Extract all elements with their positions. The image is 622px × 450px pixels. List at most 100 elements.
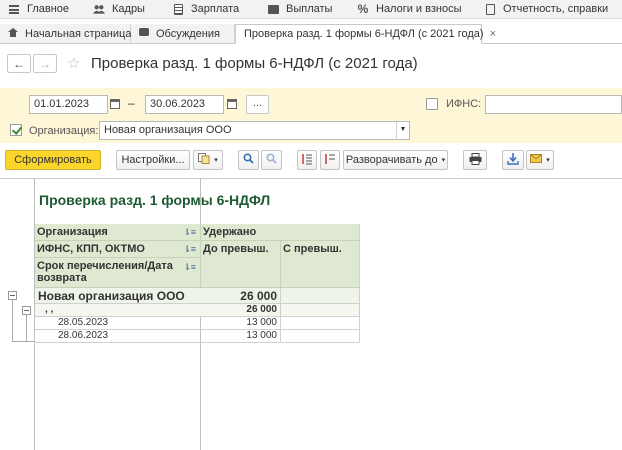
chevron-down-icon: ▾ [546, 157, 550, 164]
settings-button[interactable]: Настройки... [116, 150, 190, 170]
section-reports[interactable]: Отчетность, справки [476, 0, 622, 19]
sections-bar: Главное Кадры Зарплата Выплаты % Налоги … [0, 0, 622, 19]
organization-field[interactable]: Новая организация ООО [99, 121, 410, 140]
settings-label: Настройки... [121, 154, 185, 166]
section-payments[interactable]: Выплаты [259, 0, 349, 19]
save-button[interactable] [502, 150, 524, 170]
section-label: Налоги и взносы [376, 3, 462, 15]
row-date: 28.06.2023 [58, 330, 109, 341]
date-from-field[interactable]: 01.01.2023 [29, 95, 108, 114]
report-title: Проверка разд. 1 формы 6-НДФЛ [39, 192, 271, 208]
search-cancel-icon [266, 153, 277, 167]
sort-icon: ⇂≡ [183, 227, 196, 237]
home-icon [8, 27, 18, 40]
row-before-value: 13 000 [246, 330, 277, 341]
tab-report-check[interactable]: Проверка разд. 1 формы 6-НДФЛ (с 2021 го… [235, 24, 496, 44]
ifns-label: ИФНС: [446, 98, 482, 110]
header-label: Срок перечисления/Дата возврата [37, 260, 173, 284]
chat-icon [139, 28, 149, 39]
menu-icon [8, 3, 20, 15]
wallet-icon [267, 3, 279, 15]
header-organization[interactable]: Организация ⇂≡ [35, 224, 201, 241]
tree-line [12, 300, 13, 341]
generate-label: Сформировать [14, 154, 92, 166]
header-label: До превыш. [203, 243, 269, 255]
page-title: Проверка разд. 1 формы 6-НДФЛ (с 2021 го… [91, 55, 418, 72]
sort-icon: ⇂≡ [183, 262, 196, 272]
section-label: Отчетность, справки [503, 3, 609, 15]
tab-label: Начальная страница [25, 27, 132, 40]
arrow-right-icon: → [39, 56, 51, 71]
tab-discussions[interactable]: Обсуждения [131, 24, 235, 43]
header-label: С превыш. [283, 243, 342, 255]
tree-line [26, 315, 27, 342]
copy-icon [198, 153, 210, 167]
header-label: Удержано [203, 226, 257, 238]
calculator-icon [172, 3, 184, 15]
chevron-down-icon: ▾ [441, 157, 446, 164]
calendar-icon[interactable] [110, 99, 120, 109]
printer-icon [469, 152, 482, 168]
header-before-excess: До превыш. [201, 241, 281, 288]
calendar-icon[interactable] [227, 99, 237, 109]
section-label: Главное [27, 3, 70, 15]
expand-to-button[interactable]: Разворачивать до ▾ [343, 150, 448, 170]
select-period-button[interactable]: ... [246, 95, 269, 114]
section-label: Зарплата [191, 3, 240, 15]
forward-button[interactable]: → [33, 54, 57, 73]
row-ifns-before: 26 000 [246, 304, 277, 315]
tab-bar: Начальная страница Обсуждения Проверка р… [0, 24, 622, 44]
send-email-button[interactable]: ▾ [526, 150, 554, 170]
search-icon [243, 153, 254, 167]
expand-groups-button[interactable] [320, 150, 340, 170]
percent-icon: % [357, 2, 369, 16]
ifns-checkbox[interactable] [426, 98, 438, 110]
chevron-down-icon: ▾ [214, 157, 218, 164]
tab-label: Проверка разд. 1 формы 6-НДФЛ (с 2021 го… [244, 28, 484, 40]
organization-value: Новая организация ООО [104, 124, 232, 136]
row-ifns-label: , , [45, 304, 54, 315]
collapse-groups-button[interactable] [297, 150, 317, 170]
section-hr[interactable]: Кадры [85, 0, 164, 19]
variants-button[interactable]: ▾ [193, 150, 223, 170]
back-button[interactable]: ← [7, 54, 31, 73]
table-row-subgroup[interactable] [35, 304, 360, 317]
header-label: ИФНС, КПП, ОКТМО [37, 243, 145, 255]
envelope-icon [530, 154, 543, 166]
row-organization-label: Новая организация ООО [38, 289, 185, 303]
tab-home[interactable]: Начальная страница [0, 24, 131, 43]
section-taxes[interactable]: % Налоги и взносы [349, 0, 476, 19]
row-before-value: 13 000 [246, 317, 277, 328]
find-button[interactable] [238, 150, 259, 170]
sort-icon: ⇂≡ [183, 244, 196, 254]
cell-divider [359, 224, 360, 343]
row-organization-before: 26 000 [240, 289, 277, 303]
generate-button[interactable]: Сформировать [5, 150, 101, 170]
arrow-left-icon: ← [13, 56, 25, 71]
header-deadline[interactable]: Срок перечисления/Дата возврата ⇂≡ [35, 258, 201, 288]
download-icon [507, 152, 519, 168]
section-main[interactable]: Главное [0, 0, 85, 19]
header-after-excess: С превыш. [281, 241, 360, 288]
header-label: Организация [37, 226, 108, 238]
expand-to-label: Разворачивать до [345, 154, 438, 166]
print-button[interactable] [463, 150, 487, 170]
close-icon[interactable]: × [490, 28, 496, 40]
collapse-group-icon[interactable] [22, 306, 31, 315]
organization-checkbox[interactable] [10, 124, 22, 136]
find-reset-button[interactable] [261, 150, 282, 170]
favorite-star-icon[interactable]: ☆ [67, 54, 80, 72]
tab-label: Обсуждения [156, 27, 220, 40]
header-ifns[interactable]: ИФНС, КПП, ОКТМО ⇂≡ [35, 241, 201, 258]
collapse-group-icon[interactable] [8, 291, 17, 300]
ifns-field[interactable] [485, 95, 622, 114]
row-date: 28.05.2023 [58, 317, 109, 328]
cell-divider [280, 288, 281, 343]
section-salary[interactable]: Зарплата [164, 0, 259, 19]
section-label: Выплаты [286, 3, 333, 15]
chevron-down-icon[interactable]: ▼ [396, 122, 409, 139]
date-to-field[interactable]: 30.06.2023 [145, 95, 224, 114]
section-label: Кадры [112, 3, 145, 15]
header-withheld: Удержано [201, 224, 360, 241]
organization-label: Организация: [29, 125, 99, 137]
